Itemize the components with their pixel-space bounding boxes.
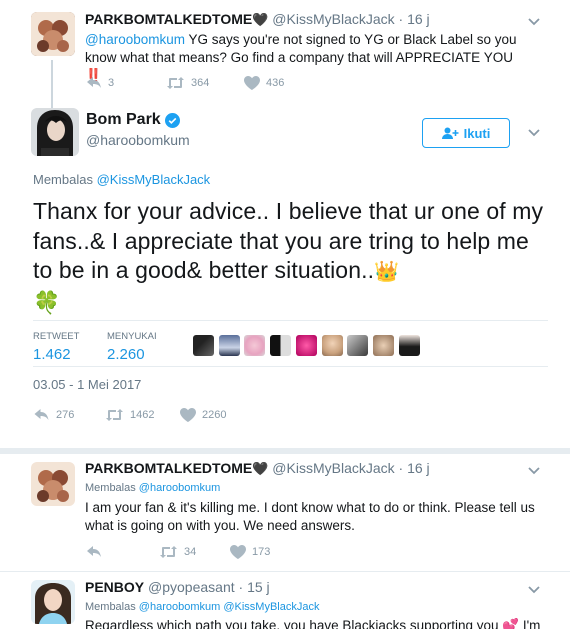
- retweet-icon: [160, 546, 177, 558]
- like-button[interactable]: 2260: [180, 408, 226, 422]
- like-stat[interactable]: MENYUKAI 2.260: [107, 331, 157, 363]
- chevron-down-icon[interactable]: [526, 124, 542, 140]
- divider: [33, 320, 548, 321]
- user-handle[interactable]: @haroobomkum: [86, 132, 190, 148]
- divider: [0, 571, 570, 572]
- mention-link[interactable]: @KissMyBlackJack: [97, 172, 211, 187]
- like-count: 2.260: [107, 346, 145, 363]
- heart-icon: [230, 545, 246, 559]
- retweet-icon: [106, 409, 123, 421]
- clover-icon: 🍀: [33, 289, 61, 315]
- liker-avatar[interactable]: [244, 335, 265, 356]
- user-name[interactable]: PENBOY: [85, 579, 144, 595]
- avatar[interactable]: [31, 462, 75, 506]
- liker-avatar[interactable]: [373, 335, 394, 356]
- user-handle[interactable]: @pyopeasant: [148, 579, 235, 595]
- reply-button[interactable]: 276: [33, 408, 105, 422]
- reply-icon: [34, 409, 49, 420]
- heart-icon: [244, 76, 260, 90]
- mention-link[interactable]: @haroobomkum: [85, 32, 185, 47]
- heart-icon: [180, 408, 196, 422]
- user-name[interactable]: PARKBOMTALKEDTOME: [85, 11, 252, 27]
- tweet-time[interactable]: 15 j: [247, 579, 270, 595]
- avatar-image: [31, 462, 75, 506]
- liker-avatar[interactable]: [399, 335, 420, 356]
- user-handle[interactable]: @KissMyBlackJack: [272, 11, 394, 27]
- liker-avatar[interactable]: [219, 335, 240, 356]
- mention-link[interactable]: @haroobomkum: [139, 482, 220, 494]
- like-button[interactable]: 436: [244, 76, 284, 90]
- replying-to: Membalas @haroobomkum @KissMyBlackJack: [85, 601, 320, 613]
- verified-badge-icon: [164, 112, 180, 128]
- avatar-image: [31, 108, 79, 156]
- chevron-down-icon[interactable]: [526, 13, 542, 29]
- avatar[interactable]: [31, 12, 75, 56]
- follow-label: Ikuti: [463, 125, 491, 141]
- black-heart-icon: 🖤: [252, 461, 269, 476]
- reply-button[interactable]: [86, 545, 159, 559]
- two-hearts-icon: 💕: [502, 618, 520, 629]
- avatar-image: [31, 580, 75, 624]
- retweet-button[interactable]: 1462: [105, 408, 180, 422]
- avatar[interactable]: [31, 108, 79, 156]
- chevron-down-icon[interactable]: [526, 462, 542, 478]
- reply-button[interactable]: 3: [86, 76, 166, 90]
- user-handle[interactable]: @KissMyBlackJack: [272, 460, 394, 476]
- follow-button[interactable]: Ikuti: [422, 118, 510, 148]
- section-divider: [0, 448, 570, 454]
- liker-avatar[interactable]: [193, 335, 214, 356]
- liker-avatar[interactable]: [322, 335, 343, 356]
- crown-icon: 👑: [374, 261, 400, 283]
- tweet-time[interactable]: 16 j: [407, 11, 430, 27]
- retweet-icon: [167, 77, 184, 89]
- tweet-text: I am your fan & it's killing me. I dont …: [85, 500, 535, 533]
- retweet-stat[interactable]: RETWEET 1.462: [33, 331, 79, 363]
- chevron-down-icon[interactable]: [526, 581, 542, 597]
- divider: [33, 366, 548, 367]
- retweet-button[interactable]: 364: [166, 76, 244, 90]
- user-name[interactable]: Bom Park: [86, 111, 161, 129]
- mention-link[interactable]: @haroobomkum @KissMyBlackJack: [139, 601, 320, 613]
- tweet-timestamp[interactable]: 03.05 - 1 Mei 2017: [33, 377, 141, 392]
- thread-line: [51, 60, 53, 108]
- liker-avatar[interactable]: [347, 335, 368, 356]
- reply-icon: [87, 77, 101, 88]
- avatar-image: [31, 12, 75, 56]
- tweet-text: Regardless which path you take, you have…: [85, 617, 540, 629]
- replying-to: Membalas @haroobomkum: [85, 482, 221, 494]
- liker-avatar[interactable]: [270, 335, 291, 356]
- liker-avatar[interactable]: [296, 335, 317, 356]
- retweet-button[interactable]: 34: [159, 545, 230, 559]
- avatar[interactable]: [31, 580, 75, 624]
- follow-user-icon: [441, 127, 459, 139]
- reply-icon: [87, 546, 101, 557]
- retweet-count: 1.462: [33, 346, 71, 363]
- user-name[interactable]: PARKBOMTALKEDTOME: [85, 460, 252, 476]
- like-button[interactable]: 173: [230, 545, 270, 559]
- tweet-time[interactable]: 16 j: [407, 460, 430, 476]
- main-tweet-text: Thanx for your advice.. I believe that u…: [33, 198, 544, 315]
- black-heart-icon: 🖤: [252, 12, 269, 27]
- replying-to: Membalas @KissMyBlackJack: [33, 172, 211, 187]
